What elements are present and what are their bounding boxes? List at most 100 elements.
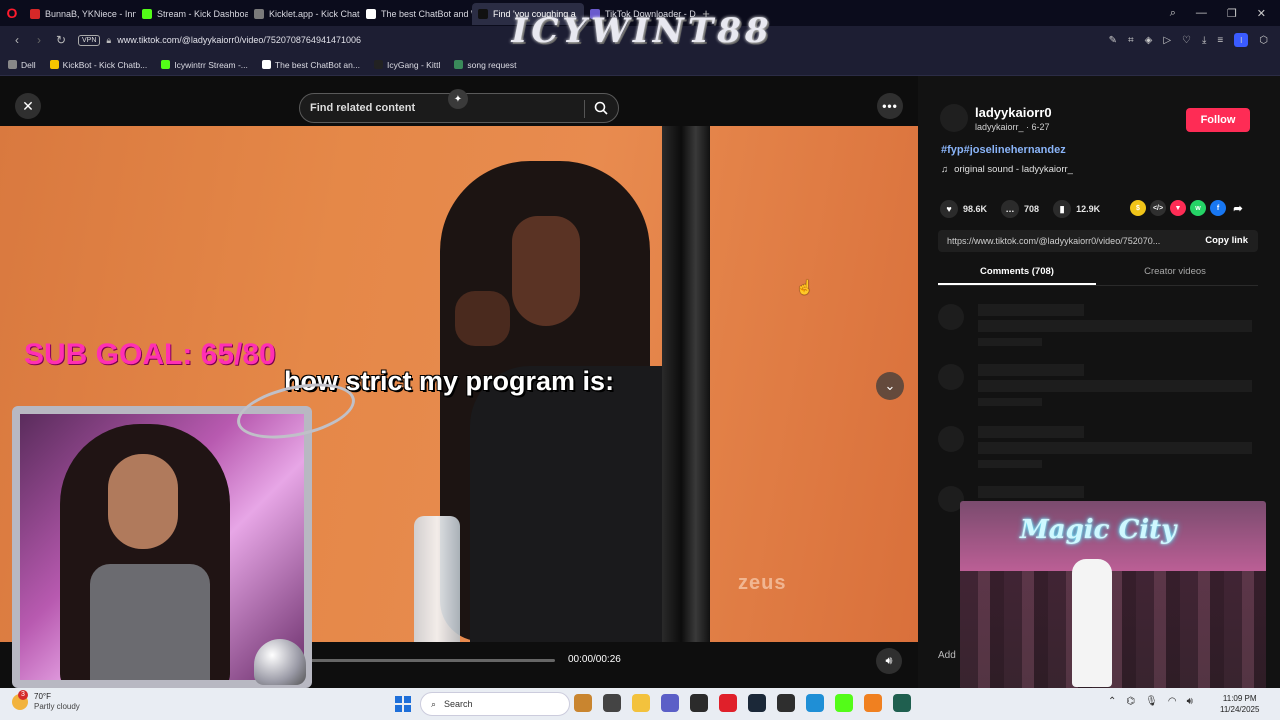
facebook-icon[interactable]: f [1210, 200, 1226, 216]
copy-link-button[interactable]: Copy link [1205, 235, 1248, 246]
progress-bar[interactable] [310, 659, 555, 662]
save-button[interactable]: ▮ 12.9K [1053, 200, 1100, 218]
task-view-icon[interactable] [603, 694, 621, 712]
reload-button[interactable]: ↻ [50, 33, 72, 47]
bookmark-label: Dell [21, 59, 36, 70]
video-details-panel: ladyykaiorr0 ladyykaiorr_ · 6-27 Follow … [930, 94, 1266, 689]
comment-button[interactable]: … 708 [1001, 200, 1039, 218]
extensions-icon[interactable]: ⬡ [1259, 35, 1268, 46]
close-icon[interactable]: ✕ [15, 93, 41, 119]
tab-label: BunnaB, YKNiece - Innit (C [45, 9, 136, 19]
pip-dancer [1072, 559, 1112, 687]
bookmark-item[interactable]: The best ChatBot an... [261, 60, 360, 70]
streamer-body [90, 564, 210, 680]
send-icon[interactable]: ▼ [1170, 200, 1186, 216]
bookmark-item[interactable]: Icywintrr Stream -... [161, 60, 248, 70]
edit-icon[interactable]: ✎ [1109, 35, 1117, 46]
clock-date: 11/24/2025 [1220, 705, 1260, 714]
bookmark-label: KickBot - Kick Chatb... [62, 59, 148, 70]
chevron-up-icon[interactable]: ⌃ [1108, 696, 1116, 707]
search-tabs-icon[interactable]: ⌕ [1170, 7, 1176, 20]
opera-menu-icon[interactable]: O [0, 0, 24, 26]
tab-comments[interactable]: Comments (708) [938, 262, 1096, 285]
forward-button[interactable]: › [28, 33, 50, 47]
windows-start-icon[interactable] [395, 696, 411, 712]
embed-icon[interactable]: </> [1150, 200, 1166, 216]
clock-time: 11:09 PM [1222, 694, 1257, 703]
ai-sparkle-icon[interactable]: ✦ [448, 89, 468, 109]
browser-tab[interactable]: BunnaB, YKNiece - Innit (C [24, 3, 136, 25]
camera-icon[interactable]: ⌗ [1128, 35, 1134, 46]
search-icon[interactable] [594, 101, 608, 115]
tab-label: Stream - Kick Dashboard [157, 9, 248, 19]
pip-title: Magic City [1020, 515, 1177, 545]
network-icon[interactable]: ⌬ [1126, 696, 1135, 707]
obs-icon[interactable] [690, 694, 708, 712]
app-orange-icon[interactable] [864, 694, 882, 712]
steam-icon[interactable] [748, 694, 766, 712]
browser-tab[interactable]: Kicklet.app - Kick Chatbot [248, 3, 360, 25]
profile-icon[interactable]: I [1234, 33, 1249, 47]
video-area: ✕ Find related content ✦ ••• how strict … [0, 76, 918, 688]
url-field[interactable]: www.tiktok.com/@ladyykaiorr0/video/75207… [117, 35, 361, 45]
browser-tab[interactable]: Stream - Kick Dashboard [136, 3, 248, 25]
stream-banner: ICYWINT88 [511, 11, 773, 51]
bookmark-item[interactable]: song request [454, 60, 517, 70]
share-arrow-icon[interactable]: ➦ [1230, 200, 1246, 216]
opera-icon[interactable] [719, 694, 737, 712]
lock-icon[interactable]: 🔒︎ [106, 35, 111, 46]
weather-temp: 70°F [34, 692, 51, 701]
taskbar-search[interactable]: ⌕ Search [420, 692, 570, 716]
bookmarks-bar: Dell KickBot - Kick Chatb... Icywintrr Str… [0, 54, 1280, 76]
browser-tab[interactable]: The best ChatBot and Wid [360, 3, 472, 25]
window-controls: ⌕ — ❐ ✕ [1170, 7, 1280, 20]
bookmark-item[interactable]: Dell [8, 60, 36, 70]
close-window-button[interactable]: ✕ [1257, 7, 1266, 20]
bookmark-favicon-icon [454, 60, 464, 69]
like-button[interactable]: ♥ 98.6K [940, 200, 987, 218]
app-green-icon[interactable] [893, 694, 911, 712]
tab-creator-videos[interactable]: Creator videos [1096, 262, 1254, 285]
edge-icon[interactable] [806, 694, 824, 712]
mic-icon[interactable]: 🎙︎ [1145, 696, 1158, 707]
bookmark-item[interactable]: KickBot - Kick Chatb... [49, 59, 148, 70]
menu-icon[interactable]: ≡ [1217, 35, 1223, 46]
add-comment-input[interactable]: Add [938, 650, 956, 661]
kick-icon[interactable] [835, 694, 853, 712]
whatsapp-icon[interactable]: w [1190, 200, 1206, 216]
chat-icon[interactable] [661, 694, 679, 712]
system-tray: ⌃ ⌬ 🎙︎ ◠ 🔊︎ [1108, 696, 1193, 707]
video-link[interactable]: https://www.tiktok.com/@ladyykaiorr0/vid… [947, 236, 1187, 246]
heart-icon[interactable]: ♡ [1182, 35, 1191, 46]
coin-icon[interactable]: $ [1130, 200, 1146, 216]
bookmark-item[interactable]: IcyGang - Kittl [373, 59, 441, 70]
weather-widget[interactable]: 3 70°F Partly cloudy [12, 689, 80, 711]
speaker-icon[interactable]: 🔊︎ [1187, 696, 1193, 707]
clock[interactable]: 11:09 PM 11/24/2025 [1220, 693, 1259, 715]
maximize-button[interactable]: ❐ [1227, 7, 1237, 20]
sound-row[interactable]: ♫ original sound - ladyykaiorr_ [941, 164, 1073, 175]
more-options-button[interactable]: ••• [877, 93, 903, 119]
shield-icon[interactable]: ◈ [1145, 35, 1153, 46]
follow-button[interactable]: Follow [1186, 108, 1250, 132]
xbox-icon[interactable] [777, 694, 795, 712]
avatar[interactable] [940, 104, 968, 132]
file-explorer-icon[interactable] [632, 694, 650, 712]
tiktok-page: ✕ Find related content ✦ ••• how strict … [0, 76, 1280, 689]
back-button[interactable]: ‹ [6, 33, 28, 47]
wifi-icon[interactable]: ◠ [1168, 696, 1177, 707]
hashtags[interactable]: #fyp#joselinehernandez [941, 144, 1066, 156]
play-icon[interactable]: ▷ [1163, 35, 1171, 46]
thanksgiving-widget-icon[interactable] [574, 694, 592, 712]
download-icon[interactable]: ⤓ [1202, 35, 1206, 46]
vpn-badge[interactable]: VPN [78, 34, 101, 46]
bookmark-label: IcyGang - Kittl [386, 59, 441, 70]
author-username[interactable]: ladyykaiorr0 [975, 105, 1052, 120]
minimize-button[interactable]: — [1196, 7, 1207, 20]
weather-icon: 3 [12, 689, 28, 710]
next-video-button[interactable]: ⌄ [876, 372, 904, 400]
volume-icon[interactable]: 🔊︎ [876, 648, 902, 674]
windows-taskbar: 3 70°F Partly cloudy ⌕ Search ⌃ ⌬ 🎙︎ ◠ 🔊… [0, 688, 1280, 720]
author-subline[interactable]: ladyykaiorr_ · 6-27 [975, 122, 1050, 132]
pip-video-overlay: Magic City [960, 501, 1266, 689]
